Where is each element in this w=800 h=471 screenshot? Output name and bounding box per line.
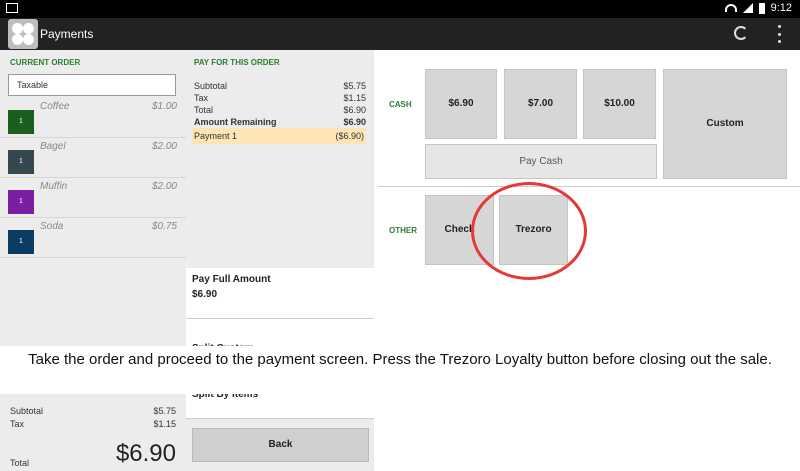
back-button[interactable]: Back (192, 428, 369, 462)
current-order-heading: CURRENT ORDER (10, 58, 81, 67)
amount-remaining-label: Amount Remaining (194, 117, 277, 127)
tender-panel: CASH $6.90 $7.00 $10.00 Custom Pay Cash … (374, 50, 800, 471)
taxable-field[interactable]: Taxable (8, 74, 176, 96)
item-qty-badge: 1 (8, 150, 34, 174)
order-item-bagel[interactable]: 1 Bagel $2.00 (0, 138, 186, 178)
item-price: $1.00 (151, 101, 177, 112)
signal-icon (742, 3, 753, 13)
item-price: $2.00 (151, 181, 177, 192)
cash-10-00-button[interactable]: $10.00 (583, 69, 656, 139)
refresh-icon[interactable] (734, 26, 748, 40)
item-name: Coffee (40, 101, 70, 112)
order-item-soda[interactable]: 1 Soda $0.75 (0, 218, 186, 258)
cash-section-label: CASH (389, 100, 412, 109)
pay-full-label: Pay Full Amount (192, 274, 271, 285)
item-price: $2.00 (151, 141, 177, 152)
custom-cash-button[interactable]: Custom (663, 69, 787, 179)
subtotal-label: Subtotal (194, 81, 228, 91)
tax-label: Tax (10, 419, 25, 429)
subtotal-label: Subtotal (10, 406, 44, 416)
overflow-menu-icon[interactable] (778, 25, 782, 43)
current-order-panel: CURRENT ORDER Taxable 1 Coffee $1.00 1 B… (0, 50, 186, 471)
app-logo-icon[interactable] (8, 19, 38, 49)
item-name: Muffin (40, 181, 68, 192)
item-name: Bagel (40, 141, 66, 152)
item-qty-badge: 1 (8, 190, 34, 214)
item-qty-badge: 1 (8, 230, 34, 254)
pay-cash-button[interactable]: Pay Cash (425, 144, 657, 179)
pay-full-amount-option[interactable]: Pay Full Amount $6.90 (186, 268, 374, 319)
page-title: Payments (40, 27, 94, 41)
wifi-icon (724, 4, 737, 12)
pay-for-order-panel: PAY FOR THIS ORDER Subtotal $5.75 Tax $1.1… (186, 50, 374, 471)
payment-label: Payment 1 (194, 131, 238, 141)
tax-value: $1.15 (343, 93, 366, 103)
order-item-muffin[interactable]: 1 Muffin $2.00 (0, 178, 186, 218)
battery-icon (758, 2, 765, 14)
status-time: 9:12 (770, 2, 792, 14)
cash-7-00-button[interactable]: $7.00 (504, 69, 577, 139)
cash-6-90-button[interactable]: $6.90 (425, 69, 497, 139)
other-section-label: OTHER (389, 226, 417, 235)
order-summary: Subtotal $5.75 Tax $1.15 Total $6.90 (10, 406, 176, 468)
trezoro-button[interactable]: Trezoro (499, 195, 568, 265)
status-bar: 9:12 (0, 0, 800, 18)
item-price: $0.75 (151, 221, 177, 232)
subtotal-value: $5.75 (343, 81, 366, 91)
tax-value: $1.15 (153, 419, 176, 429)
payment-value: ($6.90) (335, 131, 364, 141)
app-bar: Payments (0, 18, 800, 50)
pay-full-amount: $6.90 (192, 289, 218, 300)
total-label: Total (194, 105, 214, 115)
amount-remaining-value: $6.90 (343, 117, 366, 127)
order-item-coffee[interactable]: 1 Coffee $1.00 (0, 98, 186, 138)
check-button[interactable]: Check (425, 195, 494, 265)
total-label: Total (10, 458, 30, 468)
payment-row[interactable]: Payment 1 ($6.90) (192, 128, 366, 144)
tax-label: Tax (194, 93, 209, 103)
instruction-caption: Take the order and proceed to the paymen… (0, 346, 800, 394)
total-value: $6.90 (115, 440, 176, 467)
pay-for-order-heading: PAY FOR THIS ORDER (194, 58, 280, 67)
order-item-list: 1 Coffee $1.00 1 Bagel $2.00 1 Muffin $2… (0, 98, 186, 258)
subtotal-value: $5.75 (153, 406, 176, 416)
item-name: Soda (40, 221, 64, 232)
total-value: $6.90 (343, 105, 366, 115)
item-qty-badge: 1 (8, 110, 34, 134)
notification-icon (6, 3, 18, 13)
payment-breakdown: Subtotal $5.75 Tax $1.15 Total $6.90 Amount… (192, 80, 366, 144)
section-divider (378, 186, 800, 187)
